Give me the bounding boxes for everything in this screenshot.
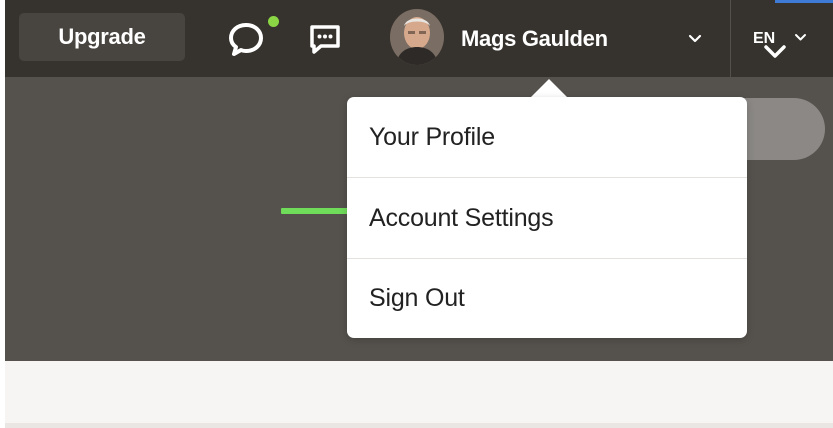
chevron-down-icon[interactable] — [688, 34, 702, 44]
app-window: Upgrade Mags Gaulden EN Your Profile Acc… — [5, 0, 833, 428]
menu-item-your-profile[interactable]: Your Profile — [347, 97, 747, 177]
user-photo-icon — [390, 9, 444, 65]
avatar[interactable] — [390, 9, 444, 65]
feedback-icon[interactable] — [308, 23, 342, 55]
accent-strip — [775, 0, 833, 3]
page-footer-band — [5, 361, 833, 428]
user-menu-name[interactable]: Mags Gaulden — [461, 0, 608, 77]
bottom-edge — [5, 423, 833, 428]
language-chevron-icon[interactable] — [794, 33, 807, 42]
menu-item-sign-out[interactable]: Sign Out — [347, 258, 747, 338]
nav-divider — [730, 0, 731, 77]
dropdown-caret — [530, 79, 568, 98]
menu-item-account-settings[interactable]: Account Settings — [347, 178, 747, 258]
language-selector[interactable]: EN — [753, 0, 775, 77]
upgrade-button[interactable]: Upgrade — [19, 13, 185, 61]
status-dot — [268, 16, 279, 27]
top-navigation-bar: Upgrade Mags Gaulden EN — [5, 0, 833, 77]
user-dropdown-menu: Your Profile Account Settings Sign Out — [347, 97, 747, 338]
pill-chevron-down-icon[interactable] — [762, 43, 788, 61]
chat-bubble-icon[interactable] — [227, 20, 265, 58]
